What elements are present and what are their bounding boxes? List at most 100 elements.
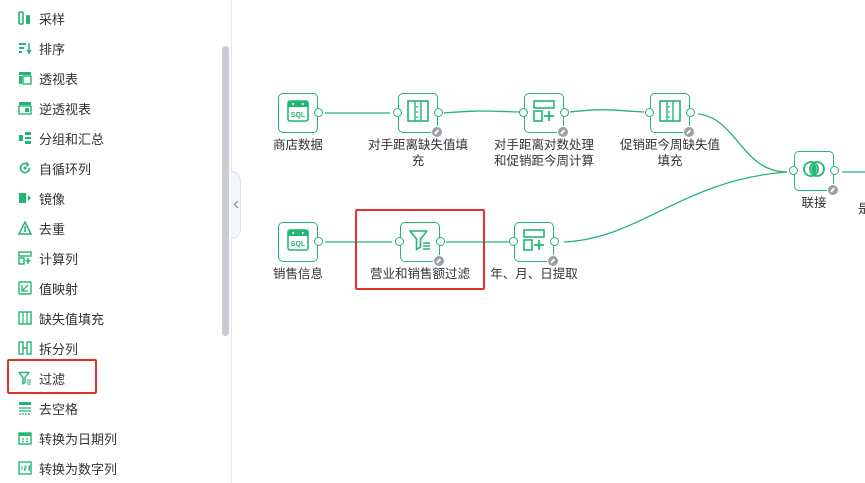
node-fill-promo-weeks[interactable] bbox=[645, 93, 695, 138]
sidebar-item-label: 计算列 bbox=[39, 251, 79, 267]
sql-icon: SQL bbox=[285, 227, 311, 258]
label-line-2: 和促销距今周计算 bbox=[493, 154, 594, 168]
node-label-extract-ymd: 年、月、日提取 bbox=[490, 267, 578, 281]
input-port[interactable] bbox=[509, 237, 518, 246]
trim-spaces-icon bbox=[18, 401, 32, 415]
sidebar-item-label: 转换为数字列 bbox=[39, 461, 118, 477]
sidebar-item-label: 缺失值填充 bbox=[39, 311, 105, 327]
chevron-left-icon bbox=[233, 196, 239, 214]
sidebar-item-mirror[interactable]: 镜像 bbox=[0, 183, 220, 213]
workflow-canvas[interactable]: SQL 商店数据 对手距离缺失值填 充 对手距离对数处理 和促销距今周计算 促销… bbox=[242, 0, 865, 483]
unpivot-table-icon bbox=[18, 101, 32, 115]
label-line-1: 对手距离对数处理 bbox=[493, 138, 594, 152]
self-loop-icon bbox=[18, 161, 32, 175]
output-port[interactable] bbox=[550, 237, 559, 246]
node-label-fill-competitor-distance: 对手距离缺失值填 充 bbox=[360, 137, 476, 169]
output-port[interactable] bbox=[434, 108, 443, 117]
sidebar-item-unpivot-table[interactable]: 逆透视表 bbox=[0, 93, 220, 123]
sidebar-item-filter[interactable]: 过滤 bbox=[0, 363, 220, 393]
join-icon bbox=[801, 156, 827, 187]
node-label-calc-log-promo-weeks: 对手距离对数处理 和促销距今周计算 bbox=[484, 137, 604, 169]
calculated-column-icon bbox=[521, 227, 547, 258]
dedupe-icon bbox=[18, 221, 32, 235]
operator-sidebar: 采样 排序 透视表 逆透视表 分组和汇总 自循环列 镜像 去重 计算列 值映射 … bbox=[0, 0, 232, 483]
sidebar-item-label: 排序 bbox=[39, 41, 66, 57]
value-mapping-icon bbox=[18, 281, 32, 295]
output-port[interactable] bbox=[314, 237, 323, 246]
output-port[interactable] bbox=[436, 237, 445, 246]
sidebar-item-label: 采样 bbox=[39, 11, 66, 27]
mirror-icon bbox=[18, 191, 32, 205]
input-port[interactable] bbox=[519, 108, 528, 117]
sample-icon bbox=[18, 11, 32, 25]
link-extract-to-join bbox=[563, 171, 788, 243]
sidebar-item-sort[interactable]: 排序 bbox=[0, 33, 220, 63]
calculated-column-icon bbox=[18, 251, 32, 265]
sidebar-item-label: 分组和汇总 bbox=[39, 131, 105, 147]
sidebar-item-label: 拆分列 bbox=[39, 341, 79, 357]
sidebar-item-sample[interactable]: 采样 bbox=[0, 3, 220, 33]
missing-value-fill-icon bbox=[18, 311, 32, 325]
node-label-next-partial: 是 bbox=[858, 202, 865, 216]
sidebar-item-trim-spaces[interactable]: 去空格 bbox=[0, 393, 220, 423]
sidebar-item-pivot-table[interactable]: 透视表 bbox=[0, 63, 220, 93]
sidebar-item-self-loop[interactable]: 自循环列 bbox=[0, 153, 220, 183]
calculated-column-icon bbox=[531, 98, 557, 129]
group-summary-icon bbox=[18, 131, 32, 145]
label-line-2: 填充 bbox=[657, 154, 683, 168]
sidebar-item-label: 镜像 bbox=[39, 191, 66, 207]
sidebar-item-value-mapping[interactable]: 值映射 bbox=[0, 273, 220, 303]
label-line-2: 充 bbox=[411, 154, 425, 168]
input-port[interactable] bbox=[789, 166, 798, 175]
sql-icon: SQL bbox=[285, 98, 311, 129]
output-port[interactable] bbox=[314, 108, 323, 117]
sidebar-item-label: 自循环列 bbox=[39, 161, 92, 177]
node-join[interactable] bbox=[789, 151, 839, 196]
label-line-1: 促销距今周缺失值 bbox=[619, 138, 720, 152]
node-label-join: 联接 bbox=[801, 196, 827, 210]
input-port[interactable] bbox=[645, 108, 654, 117]
sidebar-item-label: 去空格 bbox=[39, 401, 79, 417]
sidebar-item-group-summary[interactable]: 分组和汇总 bbox=[0, 123, 220, 153]
link-fill1-to-calc1 bbox=[443, 110, 521, 114]
link-calc1-to-fill2 bbox=[569, 109, 645, 113]
filter-icon bbox=[18, 371, 32, 385]
output-port[interactable] bbox=[830, 166, 839, 175]
input-port[interactable] bbox=[393, 108, 402, 117]
sidebar-item-calculated-column[interactable]: 计算列 bbox=[0, 243, 220, 273]
node-calc-log-promo-weeks[interactable] bbox=[519, 93, 569, 138]
node-sales-info[interactable]: SQL bbox=[278, 222, 323, 262]
svg-text:SQL: SQL bbox=[291, 112, 306, 119]
sidebar-item-split-column[interactable]: 拆分列 bbox=[0, 333, 220, 363]
pivot-table-icon bbox=[18, 71, 32, 85]
sidebar-item-convert-number[interactable]: 转换为数字列 bbox=[0, 453, 220, 483]
sidebar-item-missing-value-fill[interactable]: 缺失值填充 bbox=[0, 303, 220, 333]
missing-value-fill-icon bbox=[405, 98, 431, 129]
sidebar-item-label: 转换为日期列 bbox=[39, 431, 118, 447]
sidebar-item-dedupe[interactable]: 去重 bbox=[0, 213, 220, 243]
svg-text:SQL: SQL bbox=[291, 241, 306, 248]
node-filter-open-sales[interactable] bbox=[395, 222, 445, 267]
output-port[interactable] bbox=[686, 108, 695, 117]
sidebar-scrollbar[interactable] bbox=[222, 46, 229, 336]
node-label-fill-promo-weeks: 促销距今周缺失值 填充 bbox=[612, 137, 728, 169]
node-extract-ymd[interactable] bbox=[509, 222, 559, 267]
collapse-sidebar-button[interactable] bbox=[231, 171, 241, 239]
output-port[interactable] bbox=[560, 108, 569, 117]
sidebar-item-label: 透视表 bbox=[39, 71, 79, 87]
node-label-sales-info: 销售信息 bbox=[272, 267, 323, 281]
filter-icon bbox=[407, 227, 433, 258]
convert-number-icon bbox=[18, 461, 32, 475]
sidebar-item-label: 逆透视表 bbox=[39, 101, 92, 117]
node-label-filter-open-sales: 营业和销售额过滤 bbox=[369, 267, 470, 281]
sidebar-item-label: 去重 bbox=[39, 221, 66, 237]
sidebar-item-convert-date[interactable]: 转换为日期列 bbox=[0, 423, 220, 453]
label-line-1: 对手距离缺失值填 bbox=[367, 138, 468, 152]
input-port[interactable] bbox=[395, 237, 404, 246]
sidebar-item-label: 过滤 bbox=[39, 371, 66, 387]
node-fill-competitor-distance[interactable] bbox=[393, 93, 443, 138]
node-label-shop-data: 商店数据 bbox=[272, 138, 323, 152]
node-shop-data[interactable]: SQL bbox=[278, 93, 323, 133]
convert-date-icon bbox=[18, 431, 32, 445]
sort-icon bbox=[18, 41, 32, 55]
